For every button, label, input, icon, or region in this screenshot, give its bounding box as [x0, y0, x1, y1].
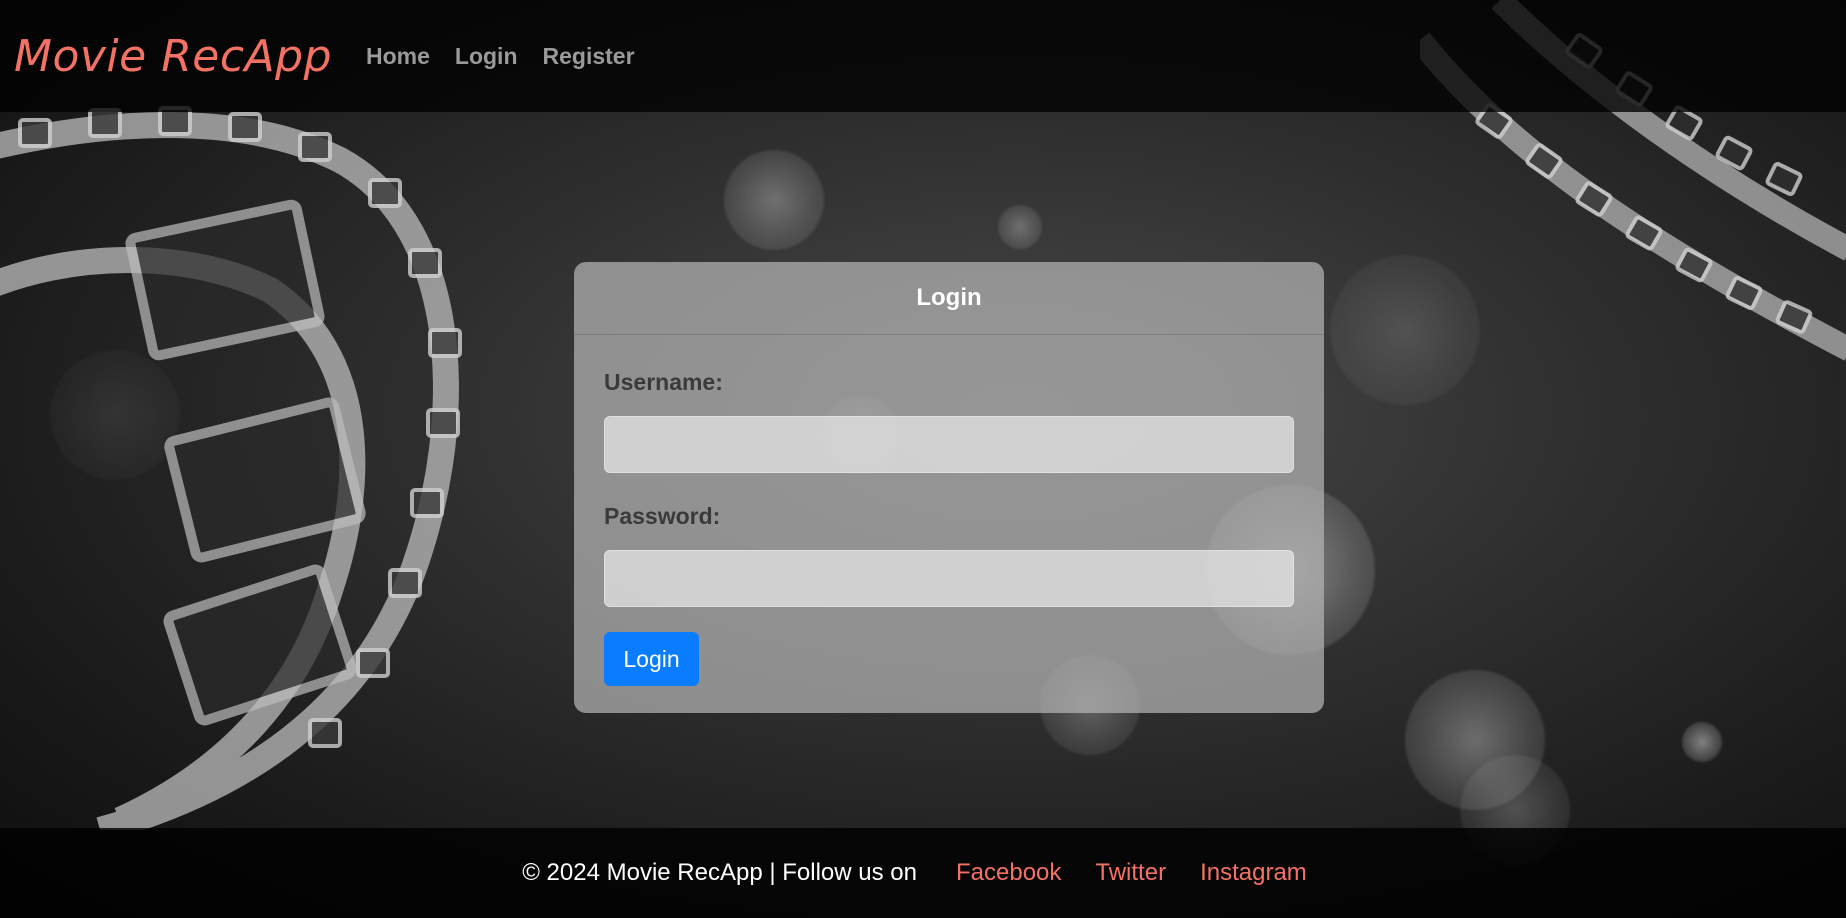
login-card-title: Login	[574, 262, 1324, 335]
password-field[interactable]	[604, 550, 1294, 607]
bokeh-light	[998, 205, 1042, 249]
footer: © 2024 Movie RecApp | Follow us on Faceb…	[0, 828, 1846, 918]
password-label: Password:	[604, 503, 721, 529]
username-label: Username:	[604, 369, 723, 395]
login-submit-button[interactable]: Login	[604, 632, 699, 686]
film-strip-icon	[0, 106, 462, 830]
login-form: Username: Password: Login	[574, 335, 1324, 686]
top-navbar: Movie RecApp Home Login Register	[0, 0, 1846, 112]
bokeh-light	[1682, 722, 1722, 762]
nav-link-register[interactable]: Register	[543, 43, 635, 70]
username-field[interactable]	[604, 416, 1294, 473]
footer-copyright: © 2024 Movie RecApp | Follow us on	[522, 859, 917, 886]
footer-link-instagram[interactable]: Instagram	[1200, 859, 1307, 887]
footer-link-twitter[interactable]: Twitter	[1095, 859, 1166, 887]
footer-link-facebook[interactable]: Facebook	[956, 859, 1061, 887]
nav-link-login[interactable]: Login	[455, 43, 518, 70]
login-card: Login Username: Password: Login	[574, 262, 1324, 713]
nav-link-home[interactable]: Home	[366, 43, 430, 70]
brand-logo[interactable]: Movie RecApp	[14, 31, 332, 82]
bokeh-light	[724, 150, 824, 250]
